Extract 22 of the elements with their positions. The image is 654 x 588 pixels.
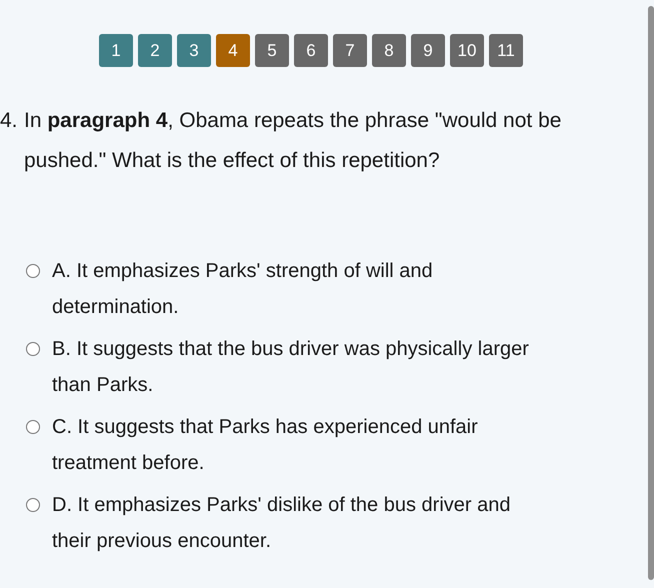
question-number-button[interactable]: 3 (177, 34, 211, 67)
radio-button[interactable] (26, 264, 40, 278)
question-number-button[interactable]: 2 (138, 34, 172, 67)
question-number-button[interactable]: 6 (294, 34, 328, 67)
option-text: C. It suggests that Parks has experienced unfair treatment before. (52, 415, 479, 476)
question-number-button[interactable]: 10 (450, 34, 484, 67)
question-number-button[interactable]: 11 (489, 34, 523, 67)
option-text: D. It emphasizes Parks' dislike of the bus driver and their previous encounter. (52, 493, 512, 554)
radio-button[interactable] (26, 342, 40, 356)
option-text: B. It suggests that the bus driver was physically larger than Parks. (52, 337, 530, 398)
question-number-button[interactable]: 7 (333, 34, 367, 67)
question-number-button[interactable]: 1 (99, 34, 133, 67)
scrollbar[interactable] (648, 6, 654, 580)
question-number: 4. (0, 108, 19, 134)
option-text: A. It emphasizes Parks' strength of will and determination. (52, 259, 434, 320)
question-number-button[interactable]: 5 (255, 34, 289, 67)
radio-button[interactable] (26, 498, 40, 512)
question-number-button[interactable]: 9 (411, 34, 445, 67)
question-number-button[interactable]: 8 (372, 34, 406, 67)
question-text: In paragraph 4, Obama repeats the phrase "would not be pushed." What is the effect of this repetition? (24, 108, 562, 174)
question-number-button[interactable]: 4 (216, 34, 250, 67)
radio-button[interactable] (26, 420, 40, 434)
